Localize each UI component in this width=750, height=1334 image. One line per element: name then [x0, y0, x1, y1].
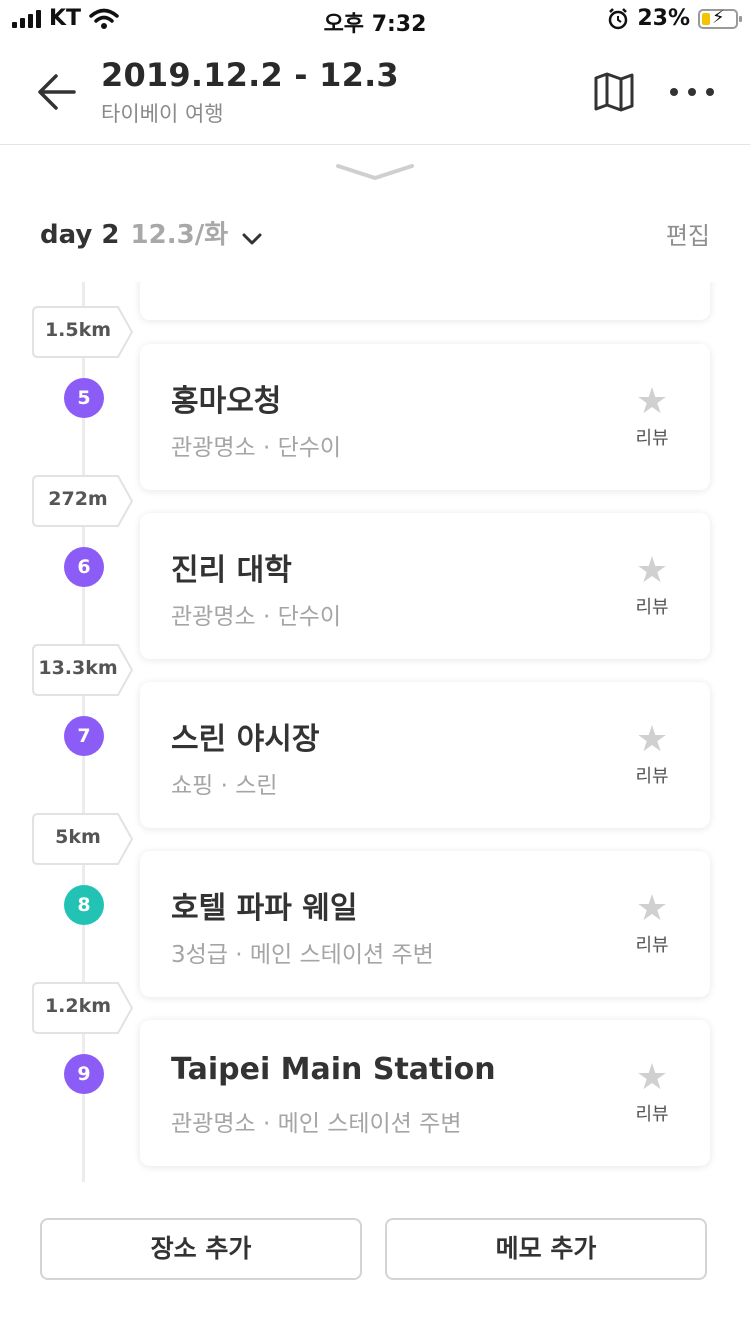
star-icon: ★ — [635, 888, 669, 929]
place-category: 쇼핑 · 스린 — [171, 773, 278, 799]
review-button[interactable]: ★ 리뷰 — [634, 891, 670, 957]
place-category: 관광명소 · 단수이 — [171, 604, 342, 630]
place-card[interactable]: 진리 대학관광명소 · 단수이 ★ 리뷰 — [140, 513, 710, 659]
review-button[interactable]: ★ 리뷰 — [634, 553, 670, 619]
trip-dates-title: 2019.12.2 - 12.3 — [101, 56, 399, 94]
distance-tag: 5km — [32, 813, 134, 865]
status-bar: KT 오후 7:32 23% ⚡ — [0, 0, 750, 40]
star-icon: ★ — [635, 1057, 669, 1098]
place-card[interactable]: Taipei Main Station 관광명소 · 메인 스테이션 주변 ★ 리뷰 — [140, 1020, 710, 1166]
review-button[interactable]: ★ 리뷰 — [634, 384, 670, 450]
distance-label: 1.5km — [44, 319, 112, 341]
bottom-action-bar: 장소 추가 메모 추가 — [0, 1190, 750, 1334]
distance-label: 1.2km — [44, 995, 112, 1017]
place-card[interactable]: 스린 야시장쇼핑 · 스린 ★ 리뷰 — [140, 682, 710, 828]
distance-tag: 1.2km — [32, 982, 134, 1034]
top-bar: 2019.12.2 - 12.3 타이베이 여행 — [0, 40, 750, 145]
place-name: 호텔 파파 웨일 — [171, 891, 358, 926]
review-label: 리뷰 — [635, 428, 669, 449]
distance-tag: 13.3km — [32, 644, 134, 696]
place-name: Taipei Main Station — [171, 1052, 496, 1087]
place-category: 관광명소 · 단수이 — [171, 435, 342, 461]
review-label: 리뷰 — [635, 1104, 669, 1125]
day-selector: day 2 12.3/화 편집 — [40, 214, 710, 254]
distance-tag: 1.5km — [32, 306, 134, 358]
alarm-icon — [609, 7, 628, 29]
back-arrow-icon[interactable] — [34, 70, 84, 114]
add-place-button[interactable]: 장소 추가 — [40, 1218, 362, 1280]
stop-number-badge: 9 — [64, 1054, 104, 1094]
place-name: 진리 대학 — [171, 553, 292, 588]
distance-label: 13.3km — [38, 657, 118, 679]
distance-tag: 272m — [32, 475, 134, 527]
review-label: 리뷰 — [635, 766, 669, 787]
collapse-handle-icon[interactable] — [336, 162, 414, 182]
itinerary-list: 1.5km 5 홍마오청 관광명소 · 단수이 ★ 리뷰 272m 6 진리 대학 관광명소 · … — [0, 282, 750, 1182]
partial-place-card[interactable] — [140, 282, 710, 320]
add-memo-button[interactable]: 메모 추가 — [385, 1218, 707, 1280]
edit-button[interactable]: 편집 — [666, 216, 710, 251]
place-card[interactable]: 호텔 파파 웨일 3성급 · 메인 스테이션 주변 ★ 리뷰 — [140, 851, 710, 997]
star-icon: ★ — [635, 550, 669, 591]
distance-label: 272m — [48, 488, 108, 510]
trip-name: 타이베이 여행 — [101, 102, 224, 126]
place-name: 홍마오청 — [171, 384, 282, 419]
day-selector-toggle[interactable]: day 2 12.3/화 — [40, 220, 263, 250]
more-options-icon[interactable] — [668, 80, 716, 104]
place-category: 3성급 · 메인 스테이션 주변 — [171, 942, 434, 968]
star-icon: ★ — [635, 381, 669, 422]
map-icon[interactable] — [592, 70, 636, 114]
place-category: 관광명소 · 메인 스테이션 주변 — [171, 1111, 462, 1137]
place-card[interactable]: 홍마오청관광명소 · 단수이 ★ 리뷰 — [140, 344, 710, 490]
chevron-down-icon — [242, 233, 262, 244]
battery-icon: ⚡ — [698, 7, 742, 29]
stop-number-badge: 7 — [64, 716, 104, 756]
review-button[interactable]: ★ 리뷰 — [634, 722, 670, 788]
review-label: 리뷰 — [635, 935, 669, 956]
stop-number-badge: 5 — [64, 378, 104, 418]
review-label: 리뷰 — [635, 597, 669, 618]
place-name: 스린 야시장 — [171, 722, 320, 757]
star-icon: ★ — [635, 719, 669, 760]
stop-number-badge: 8 — [64, 885, 104, 925]
battery-percent: 23% — [637, 6, 690, 31]
stop-number-badge: 6 — [64, 547, 104, 587]
review-button[interactable]: ★ 리뷰 — [634, 1060, 670, 1126]
day-date: 12.3/화 — [130, 220, 229, 250]
distance-label: 5km — [55, 826, 101, 848]
day-label: day 2 — [40, 220, 120, 250]
